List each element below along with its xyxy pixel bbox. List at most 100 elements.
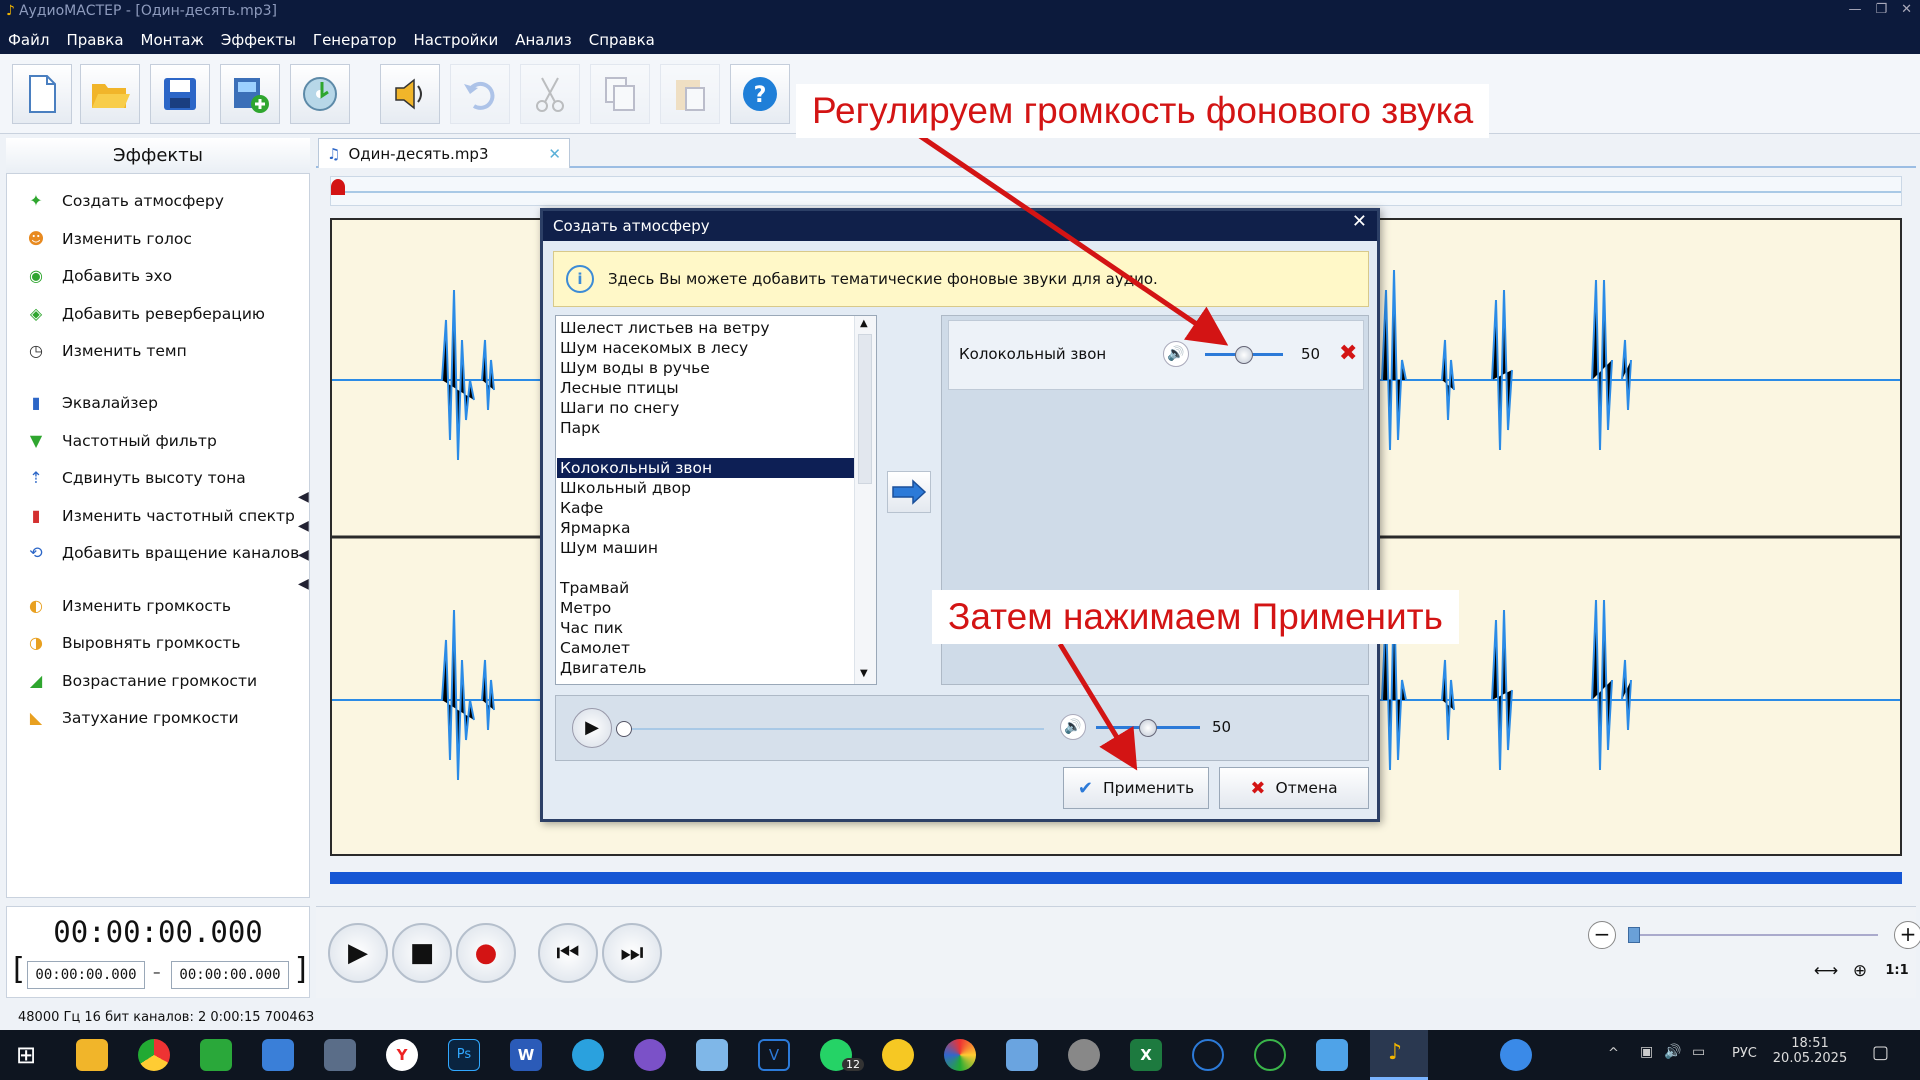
effect-change-tempo[interactable]: ◷ Изменить темп — [24, 336, 187, 366]
app-c-icon[interactable] — [200, 1039, 232, 1071]
new-file-button[interactable] — [12, 64, 72, 124]
effect-equalizer[interactable]: ▮ Эквалайзер — [24, 388, 158, 418]
volume-tray-icon[interactable]: 🔊 — [1664, 1044, 1681, 1060]
list-item[interactable]: Кафе — [557, 498, 855, 518]
rewind-start-button[interactable]: ⏮ — [538, 923, 598, 983]
menu-effects[interactable]: Эффекты — [221, 31, 296, 49]
effect-frequency-filter[interactable]: ▼ Частотный фильтр — [24, 426, 217, 456]
minimize-icon[interactable]: — — [1848, 2, 1861, 17]
fit-selection-button[interactable]: ⊕ — [1846, 961, 1874, 985]
list-item[interactable]: Двигатель — [557, 658, 855, 678]
chevron-left-icon[interactable]: ◀ — [298, 518, 309, 534]
scroll-thumb[interactable] — [858, 334, 872, 484]
menu-generator[interactable]: Генератор — [313, 31, 397, 49]
preview-play-button[interactable]: ▶ — [572, 708, 612, 748]
fit-width-button[interactable]: ⟷ — [1812, 961, 1840, 985]
close-icon[interactable]: ✕ — [1901, 2, 1912, 17]
zoom-slider-thumb[interactable] — [1628, 927, 1640, 943]
list-scrollbar[interactable]: ▲ ▼ — [854, 316, 876, 684]
preview-volume-thumb[interactable] — [1139, 719, 1157, 737]
undo-button[interactable] — [450, 64, 510, 124]
app-u-icon[interactable] — [1254, 1039, 1286, 1071]
open-button[interactable] — [80, 64, 140, 124]
list-item[interactable]: Шелест листьев на ветру — [557, 318, 855, 338]
messenger-icon[interactable] — [882, 1039, 914, 1071]
tray-chevron-icon[interactable]: ^ — [1608, 1046, 1619, 1061]
telegram-icon[interactable] — [572, 1039, 604, 1071]
record-voice-button[interactable] — [380, 64, 440, 124]
list-item[interactable]: Метро — [557, 598, 855, 618]
restore-icon[interactable]: ❐ — [1875, 2, 1887, 17]
sound-list[interactable]: Шелест листьев на ветру Шум насекомых в … — [555, 315, 877, 685]
list-item[interactable]: Ярмарка — [557, 518, 855, 538]
effect-frequency-spectrum[interactable]: ▮ Изменить частотный спектр — [24, 501, 295, 531]
effect-fade-out[interactable]: ◣ Затухание громкости — [24, 703, 239, 733]
menu-settings[interactable]: Настройки — [413, 31, 498, 49]
word-icon[interactable]: W — [510, 1039, 542, 1071]
effect-add-reverb[interactable]: ◈ Добавить реверберацию — [24, 299, 265, 329]
help-button[interactable]: ? — [730, 64, 790, 124]
record-button[interactable]: ● — [456, 923, 516, 983]
zoom-actual-button[interactable]: 1:1 — [1882, 963, 1912, 985]
menu-analysis[interactable]: Анализ — [515, 31, 572, 49]
display-tray-icon[interactable]: ▭ — [1692, 1044, 1705, 1060]
apply-button[interactable]: ✔ Применить — [1063, 767, 1209, 809]
clock[interactable]: 18:51 20.05.2025 — [1772, 1036, 1848, 1066]
contacts-icon[interactable] — [262, 1039, 294, 1071]
excel-icon[interactable]: X — [1130, 1039, 1162, 1071]
skip-end-button[interactable]: ⏭ — [602, 923, 662, 983]
photoshop-icon[interactable]: Ps — [448, 1039, 480, 1071]
network-icon[interactable]: ▣ — [1640, 1044, 1653, 1060]
list-item[interactable]: Шаги по снегу — [557, 398, 855, 418]
windows-start-icon[interactable]: ⊞ — [16, 1041, 36, 1069]
zoom-out-button[interactable]: − — [1588, 921, 1616, 949]
menu-file[interactable]: Файл — [8, 31, 49, 49]
chevron-left-icon[interactable]: ◀ — [298, 547, 309, 563]
sound-volume-thumb[interactable] — [1235, 346, 1253, 364]
timeline-ruler[interactable] — [330, 176, 1902, 206]
menu-montage[interactable]: Монтаж — [141, 31, 204, 49]
selection-end-field[interactable]: 00:00:00.000 — [171, 961, 289, 989]
viber-icon[interactable] — [634, 1039, 666, 1071]
zoom-in-button[interactable]: + — [1894, 921, 1920, 949]
effect-pitch-shift[interactable]: ⇡ Сдвинуть высоту тона — [24, 463, 246, 493]
preview-mute-button[interactable]: 🔊 — [1060, 714, 1086, 740]
notepad-icon[interactable] — [696, 1039, 728, 1071]
selection-start-field[interactable]: 00:00:00.000 — [27, 961, 145, 989]
copy-button[interactable] — [590, 64, 650, 124]
preview-seek-thumb[interactable] — [616, 721, 632, 737]
yandex-icon[interactable]: Y — [386, 1039, 418, 1071]
scroll-up-icon[interactable]: ▲ — [860, 318, 868, 329]
list-item[interactable]: Шум воды в ручье — [557, 358, 855, 378]
notifications-icon[interactable]: ▢ — [1872, 1042, 1889, 1063]
menu-help[interactable]: Справка — [589, 31, 655, 49]
file-explorer-icon[interactable] — [76, 1039, 108, 1071]
window-controls[interactable]: — ❐ ✕ — [1848, 2, 1912, 17]
app-v-icon[interactable]: V — [758, 1039, 790, 1071]
language-indicator[interactable]: РУС — [1732, 1046, 1757, 1061]
calculator-icon[interactable] — [324, 1039, 356, 1071]
app-c-circle-icon[interactable] — [1192, 1039, 1224, 1071]
list-item[interactable]: Лесные птицы — [557, 378, 855, 398]
effect-fade-in[interactable]: ◢ Возрастание громкости — [24, 666, 257, 696]
cd-import-button[interactable] — [290, 64, 350, 124]
list-item[interactable]: Час пик — [557, 618, 855, 638]
list-item[interactable]: Шум насекомых в лесу — [557, 338, 855, 358]
picasa-icon[interactable] — [944, 1039, 976, 1071]
menu-edit[interactable]: Правка — [66, 31, 123, 49]
film-reel-icon[interactable] — [1068, 1039, 1100, 1071]
cut-button[interactable] — [520, 64, 580, 124]
scroll-down-icon[interactable]: ▼ — [860, 668, 868, 679]
mute-button[interactable]: 🔊 — [1163, 341, 1189, 367]
list-item[interactable]: Шум машин — [557, 538, 855, 558]
zoom-slider-track[interactable] — [1628, 934, 1878, 936]
list-item[interactable]: Школьный двор — [557, 478, 855, 498]
playback-progress-bar[interactable] — [330, 872, 1902, 884]
feather-icon[interactable] — [1006, 1039, 1038, 1071]
add-video-button[interactable] — [220, 64, 280, 124]
effect-add-echo[interactable]: ◉ Добавить эхо — [24, 261, 172, 291]
effect-create-atmosphere[interactable]: ✦ Создать атмосферу — [24, 186, 224, 216]
effect-channel-rotation[interactable]: ⟲ Добавить вращение каналов — [24, 538, 299, 568]
play-button[interactable]: ▶ — [328, 923, 388, 983]
cancel-button[interactable]: ✖ Отмена — [1219, 767, 1369, 809]
